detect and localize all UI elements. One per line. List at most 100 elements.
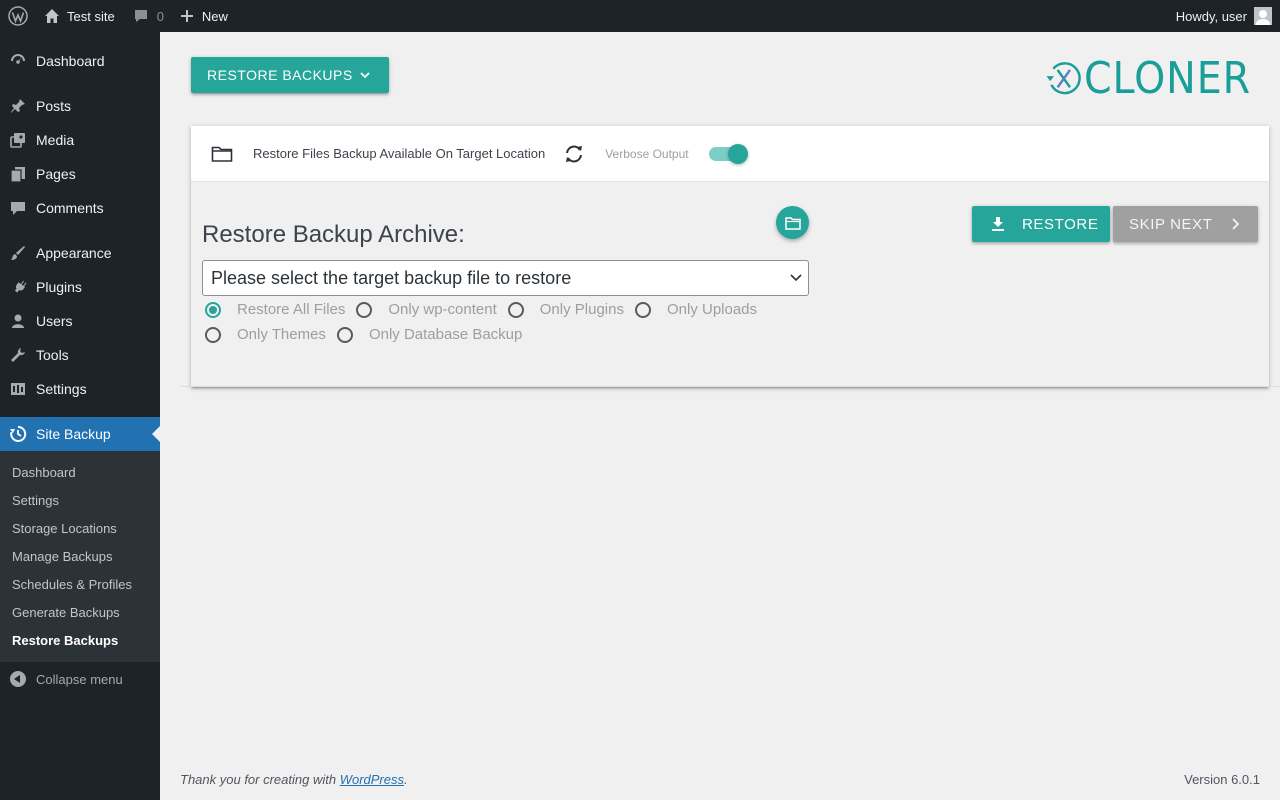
chevron-right-icon <box>1232 218 1240 230</box>
skip-next-button[interactable]: SKIP NEXT <box>1113 206 1258 242</box>
chevron-down-icon <box>790 274 802 282</box>
radio-only-themes[interactable]: Only Themes <box>202 326 326 343</box>
submenu-dashboard[interactable]: Dashboard <box>0 458 160 486</box>
collapse-menu-label: Collapse menu <box>36 671 123 687</box>
card-header: Restore Files Backup Available On Target… <box>191 126 1269 182</box>
avatar <box>1254 7 1272 25</box>
skip-next-button-label: SKIP NEXT <box>1129 215 1213 233</box>
admin-sidebar: Dashboard Posts Media Pages Comments App… <box>0 32 160 800</box>
sidebar-item-media[interactable]: Media <box>0 123 160 157</box>
sidebar-item-plugins[interactable]: Plugins <box>0 270 160 304</box>
restore-button[interactable]: RESTORE <box>972 206 1110 242</box>
plugin-icon <box>8 277 28 297</box>
radio-only-database-backup[interactable]: Only Database Backup <box>334 326 522 343</box>
comments-link[interactable]: 0 <box>125 0 172 32</box>
pin-icon <box>8 96 28 116</box>
browse-folder-button[interactable] <box>776 206 809 239</box>
brush-icon <box>8 243 28 263</box>
restore-archive-heading: Restore Backup Archive: <box>202 221 465 248</box>
sidebar-item-label: Comments <box>36 200 104 216</box>
media-icon <box>8 130 28 150</box>
backup-icon <box>8 424 28 444</box>
site-name-link[interactable]: Test site <box>36 0 125 32</box>
settings-icon <box>8 379 28 399</box>
radio-only-plugins[interactable]: Only Plugins <box>505 301 624 318</box>
new-label: New <box>201 8 228 24</box>
submenu-storage-locations[interactable]: Storage Locations <box>0 514 160 542</box>
chevron-down-icon <box>360 72 370 79</box>
radio-only-wp-content[interactable]: Only wp-content <box>353 301 497 318</box>
site-backup-submenu: Dashboard Settings Storage Locations Man… <box>0 451 160 662</box>
radio-circle <box>336 326 353 343</box>
sidebar-item-appearance[interactable]: Appearance <box>0 236 160 270</box>
sidebar-item-tools[interactable]: Tools <box>0 338 160 372</box>
sidebar-item-label: Settings <box>36 381 87 397</box>
radio-circle <box>634 301 651 318</box>
restore-card: Restore Files Backup Available On Target… <box>191 126 1269 387</box>
card-title: Restore Files Backup Available On Target… <box>253 146 546 161</box>
home-icon <box>45 9 59 23</box>
logo-text: CLONER <box>1084 52 1252 104</box>
radio-label: Only Database Backup <box>368 326 523 343</box>
sidebar-item-settings[interactable]: Settings <box>0 372 160 406</box>
sidebar-item-posts[interactable]: Posts <box>0 89 160 123</box>
main-content: RESTORE BACKUPS CLONER Restore Files Bac… <box>160 32 1280 800</box>
xcloner-logo-icon <box>1046 62 1081 95</box>
folder-icon <box>211 145 233 163</box>
toggle-knob <box>727 143 748 164</box>
wrench-icon <box>8 345 28 365</box>
refresh-icon[interactable] <box>563 143 585 165</box>
wordpress-link[interactable]: WordPress <box>340 772 404 787</box>
sidebar-item-users[interactable]: Users <box>0 304 160 338</box>
new-content-link[interactable]: New <box>172 0 236 32</box>
sidebar-item-label: Tools <box>36 347 69 363</box>
pages-icon <box>8 164 28 184</box>
radio-label: Only wp-content <box>388 301 497 318</box>
site-name: Test site <box>67 8 115 24</box>
radio-label: Only Uploads <box>666 301 758 318</box>
sidebar-item-label: Media <box>36 132 75 148</box>
verbose-output-label: Verbose Output <box>605 146 689 161</box>
dashboard-icon <box>8 51 28 71</box>
radio-label: Restore All Files <box>237 301 346 318</box>
sidebar-item-pages[interactable]: Pages <box>0 157 160 191</box>
submenu-manage-backups[interactable]: Manage Backups <box>0 542 160 570</box>
collapse-menu-button[interactable]: Collapse menu <box>0 662 160 696</box>
sidebar-item-comments[interactable]: Comments <box>0 191 160 225</box>
sidebar-item-label: Pages <box>36 166 76 182</box>
submenu-restore-backups[interactable]: Restore Backups <box>0 626 160 654</box>
sidebar-item-label: Dashboard <box>36 53 105 69</box>
submenu-generate-backups[interactable]: Generate Backups <box>0 598 160 626</box>
sidebar-item-label: Plugins <box>36 279 82 295</box>
comment-bubble-icon <box>134 10 147 22</box>
plus-icon <box>180 10 193 22</box>
restore-backups-menu-button[interactable]: RESTORE BACKUPS <box>191 57 389 93</box>
backup-file-select-value: Please select the target backup file to … <box>211 267 572 288</box>
wordpress-logo-icon[interactable] <box>0 0 36 32</box>
backup-file-select[interactable]: Please select the target backup file to … <box>202 260 809 296</box>
sidebar-item-label: Appearance <box>36 245 112 261</box>
radio-circle <box>507 301 524 318</box>
my-account-link[interactable]: Howdy, user <box>1168 0 1272 32</box>
sidebar-item-label: Posts <box>36 98 72 114</box>
download-icon <box>992 217 1004 231</box>
restore-type-options: Restore All Files Only wp-content Only P… <box>202 297 812 347</box>
radio-only-uploads[interactable]: Only Uploads <box>632 301 757 318</box>
submenu-settings[interactable]: Settings <box>0 486 160 514</box>
radio-restore-all-files[interactable]: Restore All Files <box>202 301 345 318</box>
radio-circle <box>356 301 373 318</box>
footer-thanks-prefix: Thank you for creating with <box>180 772 340 787</box>
restore-backups-menu-label: RESTORE BACKUPS <box>207 67 353 83</box>
verbose-output-toggle[interactable] <box>708 143 748 164</box>
footer-thanks-suffix: . <box>404 772 408 787</box>
comments-count: 0 <box>156 8 164 24</box>
sidebar-item-site-backup[interactable]: Site Backup <box>0 417 160 451</box>
sidebar-item-label: Site Backup <box>36 426 111 442</box>
footer-version: Version 6.0.1 <box>1184 772 1260 787</box>
admin-bar: Test site 0 New Howdy, user <box>0 0 1280 32</box>
users-icon <box>8 311 28 331</box>
sidebar-item-dashboard[interactable]: Dashboard <box>0 44 160 78</box>
radio-circle-checked <box>205 301 221 318</box>
collapse-arrow-icon <box>10 671 26 687</box>
submenu-schedules-profiles[interactable]: Schedules & Profiles <box>0 570 160 598</box>
